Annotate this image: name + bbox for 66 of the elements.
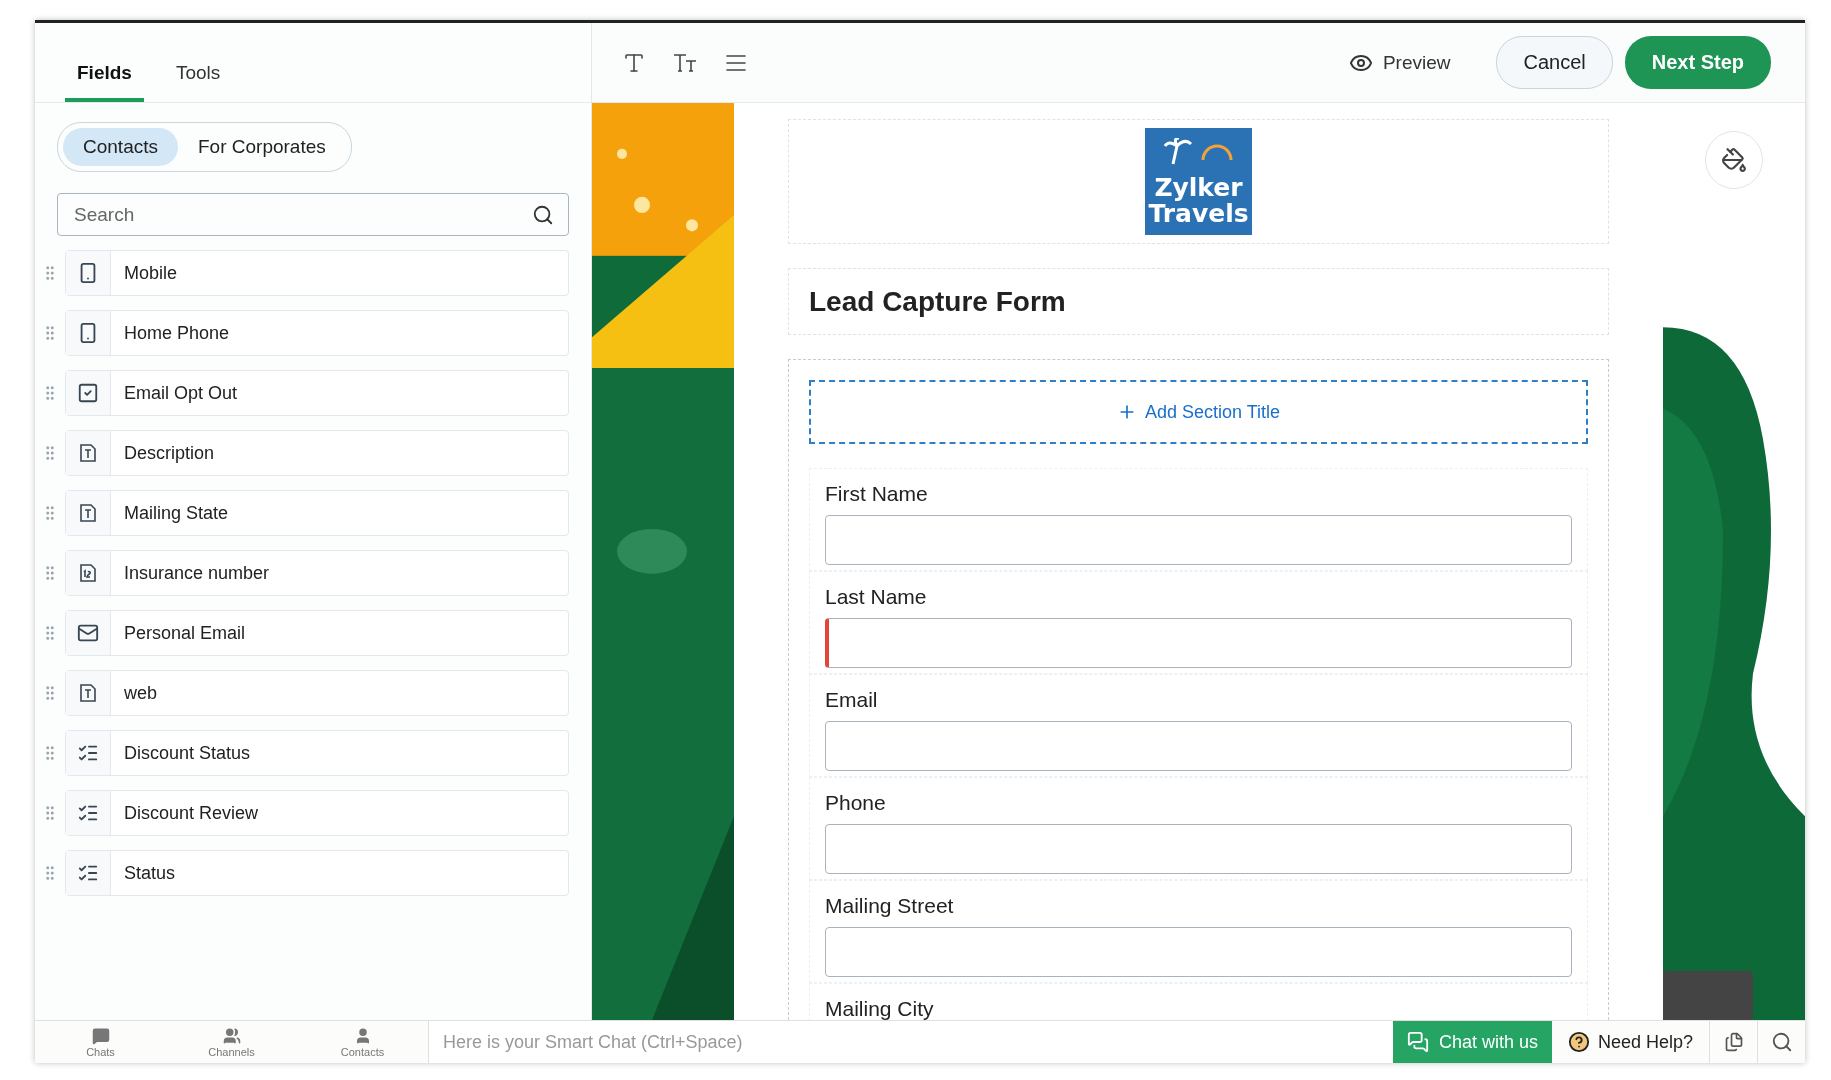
input-field[interactable] (825, 721, 1572, 771)
field-item[interactable]: web (65, 670, 569, 716)
field-label: Personal Email (123, 622, 246, 644)
logo-text: Zylker (1154, 175, 1243, 201)
users-icon (222, 1026, 241, 1045)
input-field[interactable] (825, 515, 1572, 565)
field-label: Mobile (123, 262, 178, 284)
bottom-tab[interactable]: Contacts (297, 1021, 428, 1063)
field-item[interactable]: Discount Review (65, 790, 569, 836)
cancel-button[interactable]: Cancel (1496, 36, 1613, 89)
preview-button[interactable]: Preview (1342, 49, 1457, 76)
field-item[interactable]: Home Phone (65, 310, 569, 356)
segment-button[interactable]: For Corporates (178, 128, 346, 166)
field-item[interactable]: Personal Email (65, 610, 569, 656)
sidebar-tab[interactable]: Fields (65, 62, 144, 102)
text-field-icon (77, 682, 99, 704)
field-label: Email (825, 687, 879, 713)
field-label: Description (123, 442, 215, 464)
bottom-tab[interactable]: Chats (35, 1021, 166, 1063)
field-label: Phone (825, 790, 887, 816)
help-button[interactable]: Need Help? (1551, 1021, 1709, 1063)
field-label: web (123, 682, 158, 704)
search-field[interactable]: Search (57, 193, 569, 236)
input-field[interactable] (825, 824, 1572, 874)
input-field[interactable] (825, 618, 1572, 668)
search-icon (1770, 1031, 1793, 1053)
palm-icon (1163, 138, 1233, 166)
field-item[interactable]: Description (65, 430, 569, 476)
field-item[interactable]: Mobile (65, 250, 569, 296)
checkbox-icon (77, 382, 99, 404)
text-field-icon (77, 442, 99, 464)
chat-icon (91, 1026, 110, 1045)
logo-text: Travels (1148, 201, 1249, 227)
field-label: Status (123, 862, 176, 884)
sidebar-tab[interactable]: Tools (163, 62, 233, 102)
search-icon (532, 203, 554, 226)
chat-icon (1406, 1031, 1429, 1053)
segment-button[interactable]: Contacts (63, 128, 178, 166)
search-input[interactable]: Search (72, 202, 532, 227)
field-item[interactable]: Status (65, 850, 569, 896)
field-label: Insurance number (123, 562, 270, 584)
field-label: Mailing Street (825, 893, 955, 919)
field-label: Mailing City (825, 996, 935, 1020)
smart-chat-field[interactable]: Here is your Smart Chat (Ctrl+Space) (428, 1021, 1393, 1063)
text-field-icon (77, 502, 99, 524)
form-title: Lead Capture Form (809, 285, 1066, 318)
input-field[interactable] (825, 927, 1572, 977)
field-label: Mailing State (123, 502, 229, 524)
field-item[interactable]: Discount Status (65, 730, 569, 776)
next-step-button[interactable]: Next Step (1624, 36, 1771, 89)
field-item[interactable]: Email Opt Out (65, 370, 569, 416)
field-label: Home Phone (123, 322, 230, 344)
number-field-icon (77, 562, 99, 584)
field-label: First Name (825, 481, 929, 507)
field-item[interactable]: Insurance number (65, 550, 569, 596)
field-label: Last Name (825, 584, 928, 610)
help-icon (1567, 1031, 1590, 1053)
field-label: Discount Status (123, 742, 251, 764)
bottom-tab[interactable]: Channels (166, 1021, 297, 1063)
paint-bucket-icon (1721, 147, 1747, 173)
field-label: Email Opt Out (123, 382, 238, 404)
add-section-button[interactable]: Add Section Title (809, 380, 1588, 444)
notes-icon (1723, 1032, 1744, 1052)
field-label: Discount Review (123, 802, 259, 824)
mail-icon (77, 622, 99, 644)
field-item[interactable]: Mailing State (65, 490, 569, 536)
